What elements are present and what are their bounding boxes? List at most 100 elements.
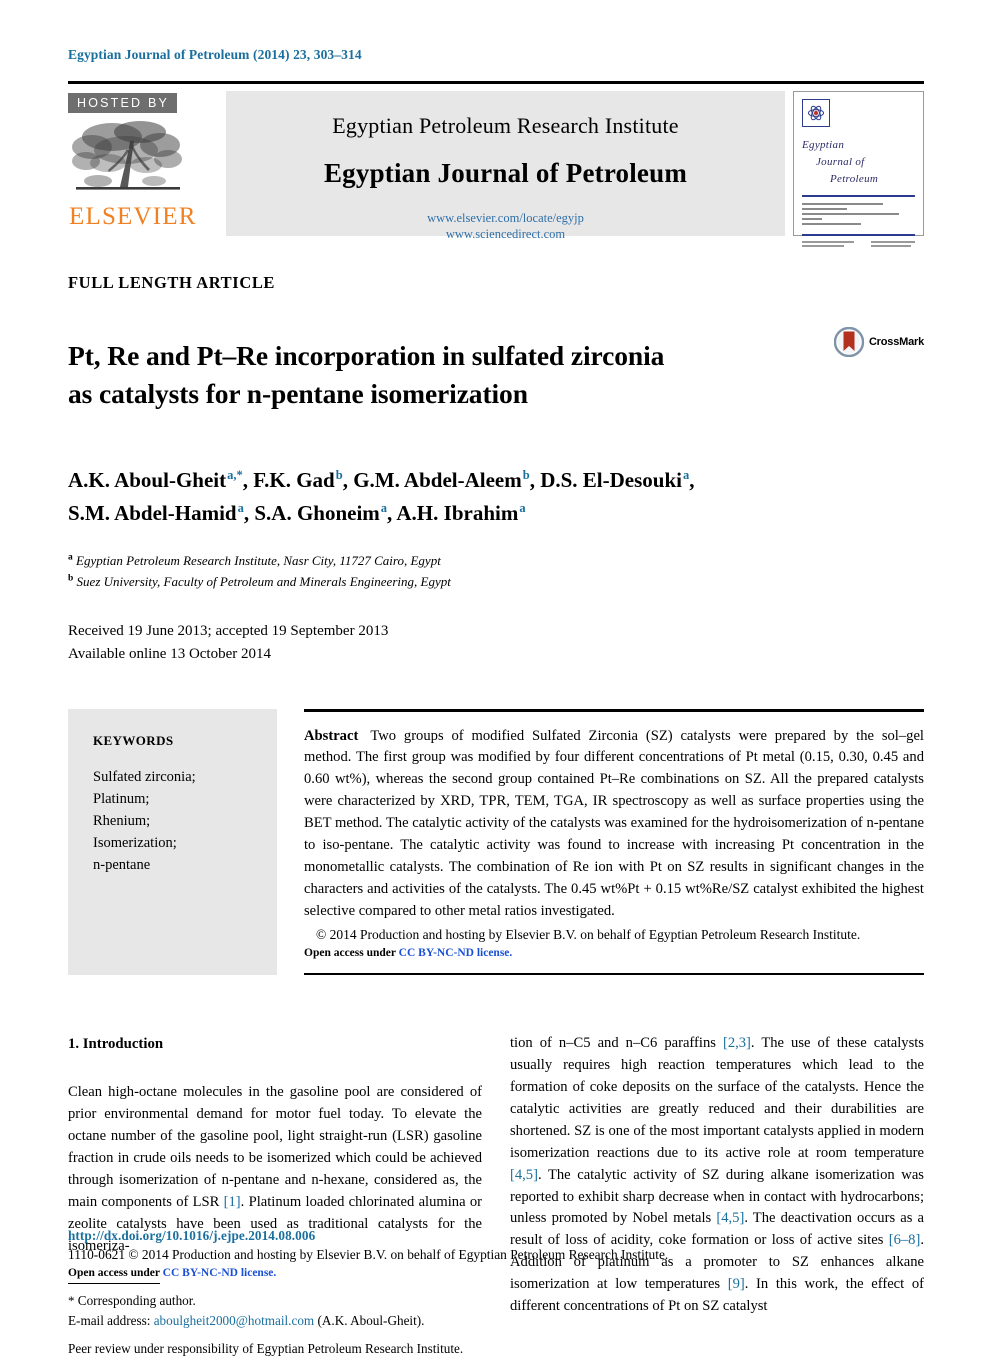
right-text-part1: tion of n–C5 and n–C6 paraffins: [510, 1035, 723, 1052]
author-name: A.H. Ibrahim: [396, 501, 519, 526]
footnote-rule: [68, 1282, 160, 1285]
author: A.K. Aboul-Gheita,*: [68, 468, 243, 492]
page-title: Pt, Re and Pt–Re incorporation in sulfat…: [68, 337, 824, 413]
title-line-1: Pt, Re and Pt–Re incorporation in sulfat…: [68, 340, 665, 372]
article-dates: Received 19 June 2013; accepted 19 Septe…: [68, 620, 924, 665]
abstract-body: Two groups of modified Sulfated Zirconia…: [304, 727, 924, 919]
citation-link[interactable]: [4,5]: [510, 1167, 538, 1183]
abstract-block: KEYWORDS Sulfated zirconia; Platinum; Rh…: [68, 709, 924, 976]
cover-title-line2: Journal of: [816, 156, 865, 169]
cover-placeholder-text: [802, 203, 915, 226]
institute-name: Egyptian Petroleum Research Institute: [332, 113, 679, 138]
article-type-label: FULL LENGTH ARTICLE: [68, 273, 276, 292]
crossmark-label: CrossMark: [868, 336, 924, 348]
citation-link[interactable]: [2,3]: [723, 1035, 751, 1051]
affiliation-text: Suez University, Faculty of Petroleum an…: [76, 573, 451, 589]
author: G.M. Abdel-Aleemb: [353, 468, 530, 492]
citation-link[interactable]: [4,5]: [716, 1210, 744, 1226]
elsevier-tree-icon: [72, 121, 182, 190]
doi-link[interactable]: http://dx.doi.org/10.1016/j.ejpe.2014.08…: [68, 1228, 924, 1244]
cover-divider: [802, 195, 915, 198]
corresponding-author-note: * Corresponding author.: [68, 1291, 482, 1311]
author-list: A.K. Aboul-Gheita,*, F.K. Gadb, G.M. Abd…: [68, 464, 924, 531]
author-affil-marker[interactable]: a,*: [226, 468, 243, 482]
email-note: E-mail address: aboulgheit2000@hotmail.c…: [68, 1311, 482, 1331]
hosted-by-badge: HOSTED BY: [68, 93, 178, 114]
keywords-box: KEYWORDS Sulfated zirconia; Platinum; Rh…: [68, 709, 277, 976]
abstract-text: Abstract Two groups of modified Sulfated …: [304, 726, 924, 923]
abstract-bottom-rule: [304, 972, 924, 976]
crossmark-badge[interactable]: CrossMark: [833, 327, 924, 357]
journal-title-panel: Egyptian Petroleum Research Institute Eg…: [226, 91, 785, 241]
email-label: E-mail address:: [68, 1312, 151, 1328]
cover-footer-left: [802, 241, 854, 249]
elsevier-wordmark: ELSEVIER: [69, 203, 197, 231]
affiliation-text: Egyptian Petroleum Research Institute, N…: [76, 552, 441, 568]
running-head: Egyptian Journal of Petroleum (2014) 23,…: [68, 47, 362, 62]
crossmark-icon: [833, 327, 864, 357]
author-affil-marker[interactable]: b: [335, 468, 343, 482]
author-line-2: S.M. Abdel-Hamida, S.A. Ghoneima, A.H. I…: [68, 501, 526, 526]
cover-footer: [802, 241, 915, 249]
abstract-column: Abstract Two groups of modified Sulfated …: [304, 709, 924, 976]
email-link[interactable]: aboulgheit2000@hotmail.com: [154, 1313, 314, 1328]
author: D.S. El-Desoukia: [540, 468, 689, 492]
affiliation-list: a Egyptian Petroleum Research Institute,…: [68, 550, 924, 592]
footnote-block: * Corresponding author. E-mail address: …: [68, 1291, 482, 1359]
author-affil-marker[interactable]: b: [522, 468, 530, 482]
author-affil-marker[interactable]: a: [518, 501, 525, 515]
article-page: Egyptian Journal of Petroleum (2014) 23,…: [0, 0, 992, 1356]
page-content: Egyptian Journal of Petroleum (2014) 23,…: [68, 0, 924, 1359]
affiliation-marker: b: [68, 573, 74, 584]
footer-license-link[interactable]: CC BY-NC-ND license.: [163, 1267, 277, 1279]
footer-open-access: Open access under CC BY-NC-ND license.: [68, 1267, 924, 1279]
author-name: A.K. Aboul-Gheit: [68, 467, 227, 492]
author-name: F.K. Gad: [253, 467, 335, 492]
section-heading-introduction: 1. Introduction: [68, 1036, 164, 1053]
cover-title-line1: Egyptian: [802, 139, 845, 151]
citation-link[interactable]: [1]: [224, 1194, 241, 1210]
author-name: S.A. Ghoneim: [254, 501, 380, 526]
cover-journal-title: Egyptian Journal of Petroleum: [802, 137, 915, 188]
author-affil-marker[interactable]: a: [380, 501, 387, 515]
keywords-heading: KEYWORDS: [93, 733, 174, 748]
author-name: S.M. Abdel-Hamid: [68, 501, 237, 526]
page-footer: http://dx.doi.org/10.1016/j.ejpe.2014.08…: [68, 1228, 924, 1279]
author-affil-marker[interactable]: a: [682, 468, 689, 482]
column-right: tion of n–C5 and n–C6 paraffins [2,3]. T…: [510, 1033, 924, 1359]
asterisk-icon: *: [68, 1293, 75, 1309]
right-text-part2: . The use of these catalysts usually req…: [510, 1035, 924, 1161]
publisher-block: HOSTED BY ELSEVIER: [68, 91, 220, 236]
corresponding-author-text: Corresponding author.: [77, 1293, 196, 1309]
masthead-top-rule: [68, 81, 924, 84]
author: S.M. Abdel-Hamida: [68, 501, 244, 525]
intro-text-part1: Clean high-octane molecules in the gasol…: [68, 1084, 482, 1210]
issn-copyright-line: 1110-0621 © 2014 Production and hosting …: [68, 1247, 669, 1262]
cover-title-line3: Petroleum: [830, 173, 879, 186]
open-access-prefix: Open access under: [304, 946, 399, 959]
title-line-2: as catalysts for n-pentane isomerization: [68, 378, 528, 410]
keywords-list: Sulfated zirconia; Platinum; Rhenium; Is…: [93, 769, 196, 874]
abstract-copyright: © 2014 Production and hosting by Elsevie…: [316, 926, 861, 942]
cover-footer-right: [871, 241, 915, 249]
abstract-top-rule: [304, 709, 924, 712]
author: S.A. Ghoneima: [254, 501, 387, 525]
cover-divider-2: [802, 234, 915, 237]
author-name: G.M. Abdel-Aleem: [353, 467, 522, 492]
affiliation-item: a Egyptian Petroleum Research Institute,…: [68, 550, 924, 571]
license-link[interactable]: CC BY-NC-ND license.: [399, 947, 513, 959]
title-row: Pt, Re and Pt–Re incorporation in sulfat…: [68, 319, 924, 432]
author-name: D.S. El-Desouki: [540, 467, 682, 492]
received-accepted-date: Received 19 June 2013; accepted 19 Septe…: [68, 623, 389, 639]
author-line-1: A.K. Aboul-Gheita,*, F.K. Gadb, G.M. Abd…: [68, 467, 695, 492]
email-author: (A.K. Aboul-Gheit).: [317, 1312, 425, 1328]
journal-name: Egyptian Journal of Petroleum: [323, 158, 688, 188]
sciencedirect-link[interactable]: www.sciencedirect.com: [427, 227, 584, 243]
affiliation-item: b Suez University, Faculty of Petroleum …: [68, 571, 924, 592]
journal-locate-link[interactable]: www.elsevier.com/locate/egyjp: [427, 211, 584, 227]
author-affil-marker[interactable]: a: [237, 501, 244, 515]
abstract-label: Abstract: [304, 727, 359, 744]
journal-masthead: HOSTED BY ELSEVIER Egyptian Petroleum Re…: [68, 91, 924, 248]
elsevier-logo: ELSEVIER: [68, 117, 218, 229]
author: A.H. Ibrahima: [396, 501, 525, 525]
